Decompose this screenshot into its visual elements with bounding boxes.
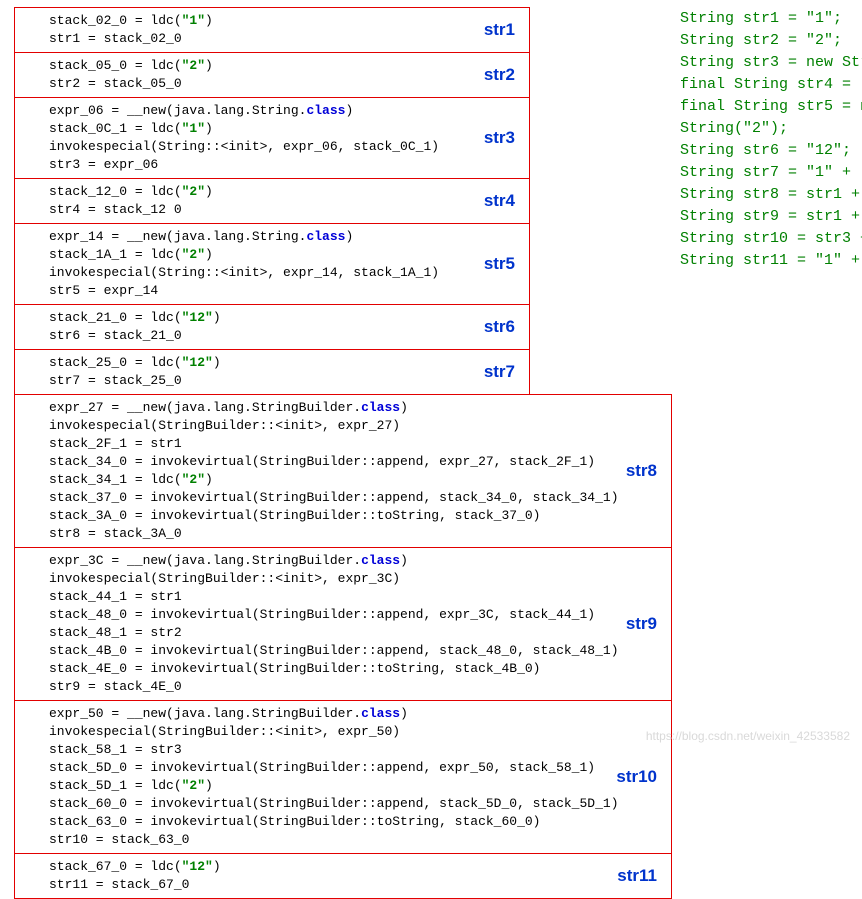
- bytecode-box-str6: stack_21_0 = ldc("12")str6 = stack_21_0s…: [14, 304, 530, 350]
- code-line: stack_12_0 = ldc("2"): [49, 183, 495, 201]
- box-label: str10: [616, 767, 657, 787]
- code-line: stack_37_0 = invokevirtual(StringBuilder…: [49, 489, 637, 507]
- main-wrap: stack_02_0 = ldc("1")str1 = stack_02_0st…: [0, 8, 862, 899]
- box-label: str7: [484, 362, 515, 382]
- code-line: stack_58_1 = str3: [49, 741, 637, 759]
- source-line: String str9 = str1 + str2;: [680, 206, 862, 228]
- code-line: stack_63_0 = invokevirtual(StringBuilder…: [49, 813, 637, 831]
- source-line: String str2 = "2";: [680, 30, 862, 52]
- code-line: stack_44_1 = str1: [49, 588, 637, 606]
- bytecode-box-str7: stack_25_0 = ldc("12")str7 = stack_25_0s…: [14, 349, 530, 395]
- code-line: stack_48_0 = invokevirtual(StringBuilder…: [49, 606, 637, 624]
- code-line: str7 = stack_25_0: [49, 372, 495, 390]
- code-line: invokespecial(String::<init>, expr_14, s…: [49, 264, 495, 282]
- code-line: str9 = stack_4E_0: [49, 678, 637, 696]
- code-line: str8 = stack_3A_0: [49, 525, 637, 543]
- code-line: stack_2F_1 = str1: [49, 435, 637, 453]
- box-label: str6: [484, 317, 515, 337]
- code-line: stack_48_1 = str2: [49, 624, 637, 642]
- bytecode-box-str9: expr_3C = __new(java.lang.StringBuilder.…: [14, 547, 672, 701]
- bytecode-column: stack_02_0 = ldc("1")str1 = stack_02_0st…: [0, 8, 672, 899]
- code-line: expr_3C = __new(java.lang.StringBuilder.…: [49, 552, 637, 570]
- code-line: invokespecial(StringBuilder::<init>, exp…: [49, 723, 637, 741]
- bytecode-box-str8: expr_27 = __new(java.lang.StringBuilder.…: [14, 394, 672, 548]
- code-line: expr_14 = __new(java.lang.String.class): [49, 228, 495, 246]
- watermark: https://blog.csdn.net/weixin_42533582: [646, 729, 850, 743]
- source-line: final String str4 = "2";: [680, 74, 862, 96]
- code-line: str10 = stack_63_0: [49, 831, 637, 849]
- bytecode-box-str4: stack_12_0 = ldc("2")str4 = stack_12 0st…: [14, 178, 530, 224]
- bytecode-box-str11: stack_67_0 = ldc("12")str11 = stack_67_0…: [14, 853, 672, 899]
- code-line: str2 = stack_05_0: [49, 75, 495, 93]
- code-line: stack_0C_1 = ldc("1"): [49, 120, 495, 138]
- box-label: str4: [484, 191, 515, 211]
- code-line: expr_06 = __new(java.lang.String.class): [49, 102, 495, 120]
- code-line: str3 = expr_06: [49, 156, 495, 174]
- bytecode-box-str2: stack_05_0 = ldc("2")str2 = stack_05_0st…: [14, 52, 530, 98]
- code-line: invokespecial(StringBuilder::<init>, exp…: [49, 417, 637, 435]
- bytecode-box-str3: expr_06 = __new(java.lang.String.class)s…: [14, 97, 530, 179]
- code-line: stack_4B_0 = invokevirtual(StringBuilder…: [49, 642, 637, 660]
- bytecode-box-str10: expr_50 = __new(java.lang.StringBuilder.…: [14, 700, 672, 854]
- code-line: stack_02_0 = ldc("1"): [49, 12, 495, 30]
- code-line: stack_5D_0 = invokevirtual(StringBuilder…: [49, 759, 637, 777]
- source-line: String str3 = new String("1");: [680, 52, 862, 74]
- source-line: String("2");: [680, 118, 862, 140]
- code-line: str4 = stack_12 0: [49, 201, 495, 219]
- source-column: String str1 = "1";String str2 = "2";Stri…: [672, 8, 862, 272]
- code-line: stack_1A_1 = ldc("2"): [49, 246, 495, 264]
- code-line: str5 = expr_14: [49, 282, 495, 300]
- box-label: str1: [484, 20, 515, 40]
- code-line: stack_21_0 = ldc("12"): [49, 309, 495, 327]
- bytecode-box-str1: stack_02_0 = ldc("1")str1 = stack_02_0st…: [14, 7, 530, 53]
- code-line: stack_05_0 = ldc("2"): [49, 57, 495, 75]
- code-line: stack_67_0 = ldc("12"): [49, 858, 637, 876]
- source-line: String str8 = str1 + "2";: [680, 184, 862, 206]
- code-line: expr_50 = __new(java.lang.StringBuilder.…: [49, 705, 637, 723]
- box-label: str2: [484, 65, 515, 85]
- code-line: str6 = stack_21_0: [49, 327, 495, 345]
- box-label: str11: [617, 866, 657, 886]
- code-line: stack_4E_0 = invokevirtual(StringBuilder…: [49, 660, 637, 678]
- code-line: str11 = stack_67_0: [49, 876, 637, 894]
- code-line: stack_34_1 = ldc("2"): [49, 471, 637, 489]
- code-line: stack_34_0 = invokevirtual(StringBuilder…: [49, 453, 637, 471]
- code-line: stack_60_0 = invokevirtual(StringBuilder…: [49, 795, 637, 813]
- code-line: invokespecial(StringBuilder::<init>, exp…: [49, 570, 637, 588]
- code-line: stack_25_0 = ldc("12"): [49, 354, 495, 372]
- source-line: String str6 = "12";: [680, 140, 862, 162]
- code-line: str1 = stack_02_0: [49, 30, 495, 48]
- source-line: String str1 = "1";: [680, 8, 862, 30]
- source-line: String str7 = "1" + "2";: [680, 162, 862, 184]
- source-line: String str11 = "1" + str4;: [680, 250, 862, 272]
- bytecode-box-str5: expr_14 = __new(java.lang.String.class)s…: [14, 223, 530, 305]
- box-label: str3: [484, 128, 515, 148]
- source-line: final String str5 = new: [680, 96, 862, 118]
- box-label: str5: [484, 254, 515, 274]
- code-line: expr_27 = __new(java.lang.StringBuilder.…: [49, 399, 637, 417]
- code-line: stack_3A_0 = invokevirtual(StringBuilder…: [49, 507, 637, 525]
- source-line: String str10 = str3 + str4;: [680, 228, 862, 250]
- code-line: invokespecial(String::<init>, expr_06, s…: [49, 138, 495, 156]
- box-label: str8: [626, 461, 657, 481]
- code-line: stack_5D_1 = ldc("2"): [49, 777, 637, 795]
- box-label: str9: [626, 614, 657, 634]
